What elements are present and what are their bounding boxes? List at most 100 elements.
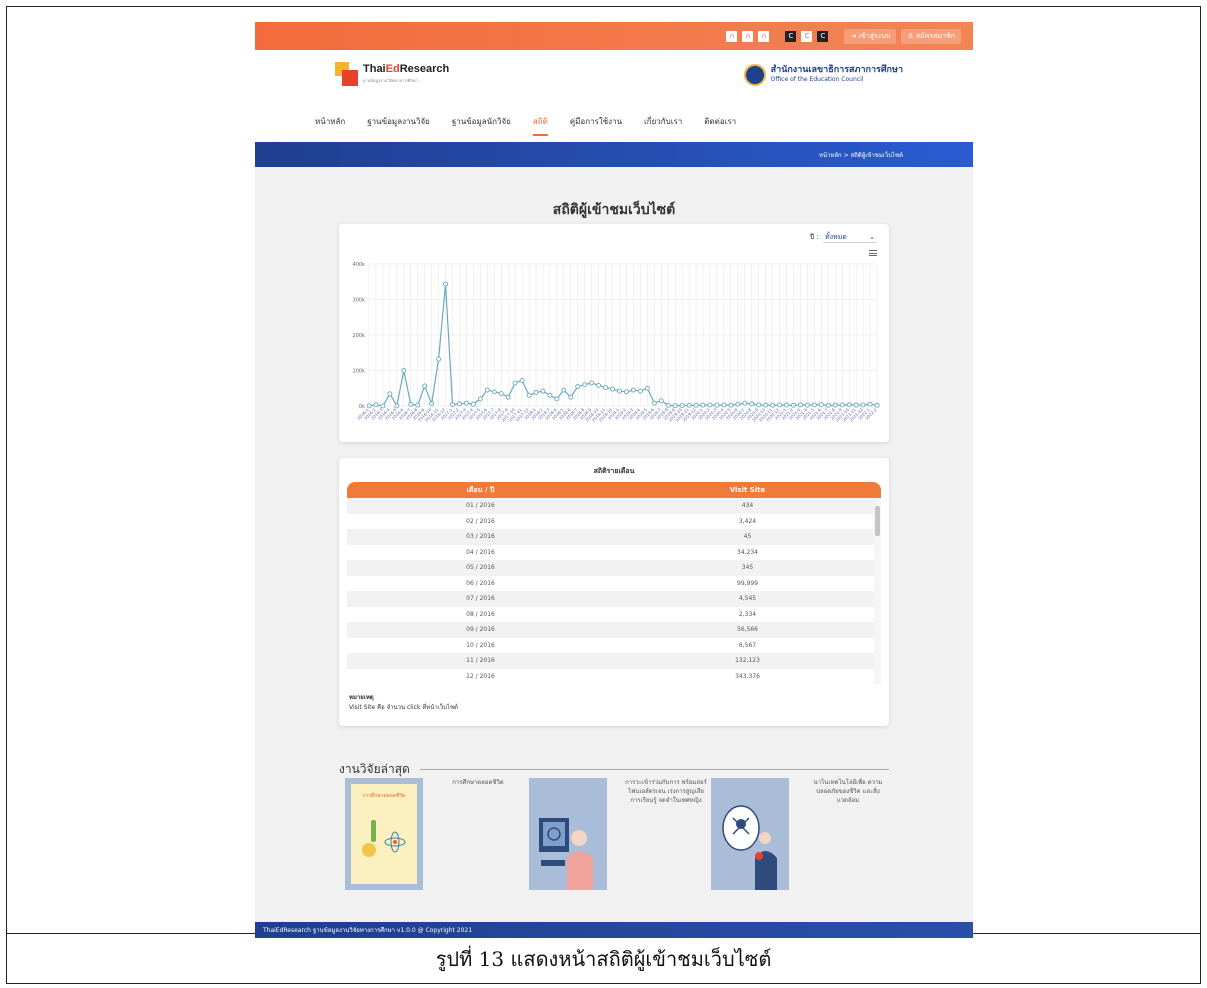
table-row: 08 / 2016 2,334 (347, 607, 881, 623)
nav-home[interactable]: หน้าหลัก (315, 111, 345, 132)
org-logo[interactable]: สำนักงานเลขาธิการสภาการศึกษา Office of t… (743, 64, 903, 86)
research-cover[interactable]: การศึกษาตลอดชีวิต (345, 778, 423, 890)
column-header-visit[interactable]: Visit Site (614, 486, 881, 494)
data-point (742, 400, 748, 406)
y-tick-label: 100k (353, 369, 366, 375)
data-point (665, 402, 671, 408)
data-point (707, 402, 713, 408)
data-point (540, 388, 546, 394)
cell-month: 10 / 2016 (466, 641, 495, 649)
research-cover[interactable] (711, 778, 789, 890)
data-point (387, 391, 393, 397)
nav-contact[interactable]: ติดต่อเรา (704, 111, 736, 132)
data-point (679, 403, 685, 408)
data-point (728, 402, 734, 408)
data-point (825, 402, 831, 408)
data-point (721, 402, 727, 408)
cell-visit: 132,123 (735, 657, 760, 665)
nav-statistics[interactable]: สถิติ (532, 111, 548, 136)
data-point (596, 382, 602, 388)
cell-visit: 2,334 (738, 610, 757, 618)
cell-month: 08 / 2016 (466, 610, 495, 618)
breadcrumb[interactable]: หน้าหลัก > สถิติผู้เข้าชมเว็บไซต์ (819, 150, 903, 160)
font-size-small-button[interactable]: ก (726, 30, 738, 42)
data-point (373, 402, 379, 408)
nav-manual[interactable]: คู่มือการใช้งาน (570, 111, 622, 132)
table-row: 04 / 2016 34,234 (347, 545, 881, 561)
table-scrollbar[interactable] (874, 498, 881, 684)
research-title[interactable]: การวะเข้าร่วมกับการ พร้อมสอร์ไฟนเอส์ตรเจ… (623, 778, 709, 805)
data-point (568, 394, 574, 400)
data-point (561, 387, 567, 393)
data-point (589, 380, 595, 386)
figure-frame: ก ก ก C C C ⇥ เข้าสู่ระบบ ♙ สมัครสมาชิก … (6, 6, 1201, 938)
note-title: หมายเหตุ (349, 694, 374, 701)
font-size-medium-button[interactable]: ก (742, 30, 754, 42)
data-point (512, 380, 518, 386)
logo-mark-icon (335, 62, 359, 88)
data-point (791, 402, 796, 408)
data-point (777, 402, 783, 408)
nano-safety-illustration-icon (722, 805, 777, 890)
font-size-large-button[interactable]: ก (758, 30, 770, 42)
cell-month: 01 / 2016 (466, 502, 495, 510)
contrast-dark-button[interactable]: C (817, 30, 829, 42)
research-title[interactable]: นาโนเทคโนโลยีเพื่อ ความปลอดภัยของชีวิต แ… (805, 778, 891, 805)
contrast-normal-button[interactable]: C (785, 30, 797, 42)
data-point (770, 402, 776, 408)
data-point (798, 402, 803, 408)
cell-month: 02 / 2016 (466, 517, 495, 525)
cell-visit: 45 (743, 533, 752, 541)
lab-scientist-illustration-icon (539, 818, 593, 890)
data-point (686, 402, 692, 408)
table-body[interactable]: 01 / 2016 434 02 / 2016 3,424 03 / 2016 45 04 … (347, 498, 881, 684)
nav-research-db[interactable]: ฐานข้อมูลงานวิจัย (367, 111, 430, 132)
science-illustration-icon (362, 820, 406, 857)
table-header: เดือน / ปี Visit Site (347, 482, 881, 498)
data-point (526, 392, 532, 398)
data-point (408, 401, 414, 407)
latest-research-section: งานวิจัยล่าสุด การศึกษาตลอดชีวิต การศึกษ… (339, 760, 889, 890)
data-point (756, 402, 762, 408)
data-point (700, 402, 706, 408)
data-point (366, 403, 372, 409)
site-logo[interactable]: ThaiEdResearch ฐานข้อมูลงานวิจัยทางการศึ… (335, 62, 449, 88)
table-row: 02 / 2016 3,424 (347, 514, 881, 530)
visitor-line-chart: 0k100k200k300k400k2016-12016-22016-32016… (353, 262, 880, 423)
table-row: 09 / 2016 56,566 (347, 622, 881, 638)
data-point (547, 392, 553, 398)
data-point (436, 356, 442, 362)
site-header: ThaiEdResearch ฐานข้อมูลงานวิจัยทางการศึ… (255, 50, 973, 100)
contrast-light-button[interactable]: C (801, 30, 813, 42)
nav-researcher-db[interactable]: ฐานข้อมูลนักวิจัย (452, 111, 511, 132)
research-cover[interactable] (529, 778, 607, 890)
top-bar: ก ก ก C C C ⇥ เข้าสู่ระบบ ♙ สมัครสมาชิก (255, 22, 973, 50)
table-row: 01 / 2016 434 (347, 498, 881, 514)
register-button[interactable]: ♙ สมัครสมาชิก (901, 28, 961, 44)
data-point (470, 401, 476, 407)
table-row: 11 / 2016 132,123 (347, 653, 881, 669)
login-button[interactable]: ⇥ เข้าสู่ระบบ (844, 28, 897, 44)
data-point (380, 403, 386, 409)
nav-about[interactable]: เกี่ยวกับเรา (644, 111, 682, 132)
data-point (443, 281, 448, 287)
scrollbar-thumb[interactable] (875, 506, 880, 536)
data-point (658, 398, 664, 404)
data-point (617, 388, 622, 394)
data-point (818, 402, 824, 408)
data-point (749, 401, 755, 407)
research-title[interactable]: การศึกษาตลอดชีวิต (435, 778, 521, 787)
page-title: สถิติผู้เข้าชมเว็บไซต์ (552, 202, 676, 218)
cell-month: 07 / 2016 (466, 595, 495, 603)
register-label: สมัครสมาชิก (915, 31, 955, 40)
data-point (811, 402, 817, 408)
data-point (860, 402, 866, 408)
data-point (637, 388, 643, 394)
cell-visit: 99,999 (737, 579, 758, 587)
data-point (582, 382, 588, 388)
cell-visit: 4,545 (738, 595, 757, 603)
series-line (368, 284, 878, 408)
column-header-month[interactable]: เดือน / ปี (347, 485, 614, 496)
data-point (533, 390, 539, 395)
data-point (463, 400, 469, 406)
